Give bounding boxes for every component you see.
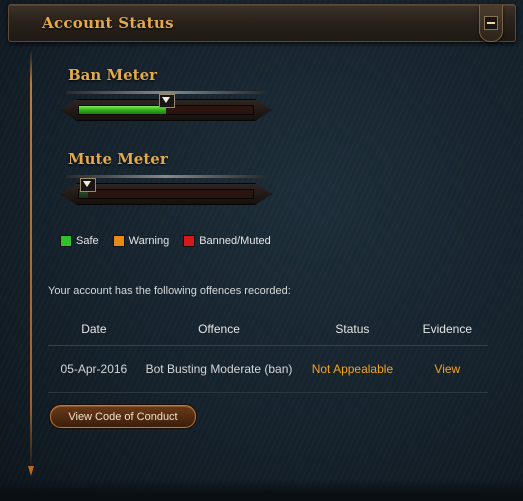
legend-safe: Safe — [60, 235, 99, 247]
col-status: Status — [298, 313, 407, 346]
account-status-panel: Account Status Ban Meter Mute Meter Safe… — [0, 0, 523, 501]
ban-meter-fill — [79, 106, 166, 114]
panel-header: Account Status — [8, 4, 516, 42]
minus-icon — [484, 16, 498, 30]
meter-legend: Safe Warning Banned/Muted — [60, 235, 271, 247]
view-evidence-link[interactable]: View — [406, 345, 488, 393]
warning-swatch-icon — [112, 235, 125, 247]
offences-table: Date Offence Status Evidence 05-Apr-2016… — [48, 313, 488, 393]
mute-meter-marker-icon — [79, 178, 96, 192]
table-header-row: Date Offence Status Evidence — [48, 313, 488, 346]
col-evidence: Evidence — [406, 313, 488, 346]
collapse-button[interactable] — [479, 5, 503, 42]
offence-name: Bot Busting Moderate (ban) — [139, 345, 299, 393]
col-date: Date — [48, 313, 140, 346]
offences-intro: Your account has the following offences … — [48, 285, 291, 297]
mute-meter-label: Mute Meter — [68, 150, 168, 168]
ban-meter-marker-icon — [159, 94, 175, 108]
ban-meter — [60, 91, 272, 125]
bottom-edge — [0, 479, 523, 501]
legend-banned: Banned/Muted — [183, 235, 271, 247]
legend-warning: Warning — [112, 235, 169, 247]
decorative-divider — [28, 50, 34, 476]
view-code-of-conduct-button[interactable]: View Code of Conduct — [50, 405, 196, 428]
table-row: 05-Apr-2016 Bot Busting Moderate (ban) N… — [48, 345, 488, 393]
panel-title: Account Status — [42, 14, 174, 32]
offence-status: Not Appealable — [298, 345, 407, 393]
mute-meter — [60, 175, 272, 209]
ban-meter-label: Ban Meter — [68, 66, 158, 84]
banned-swatch-icon — [183, 235, 196, 247]
safe-swatch-icon — [60, 235, 72, 247]
offence-date: 05-Apr-2016 — [48, 345, 140, 393]
col-offence: Offence — [139, 313, 299, 346]
